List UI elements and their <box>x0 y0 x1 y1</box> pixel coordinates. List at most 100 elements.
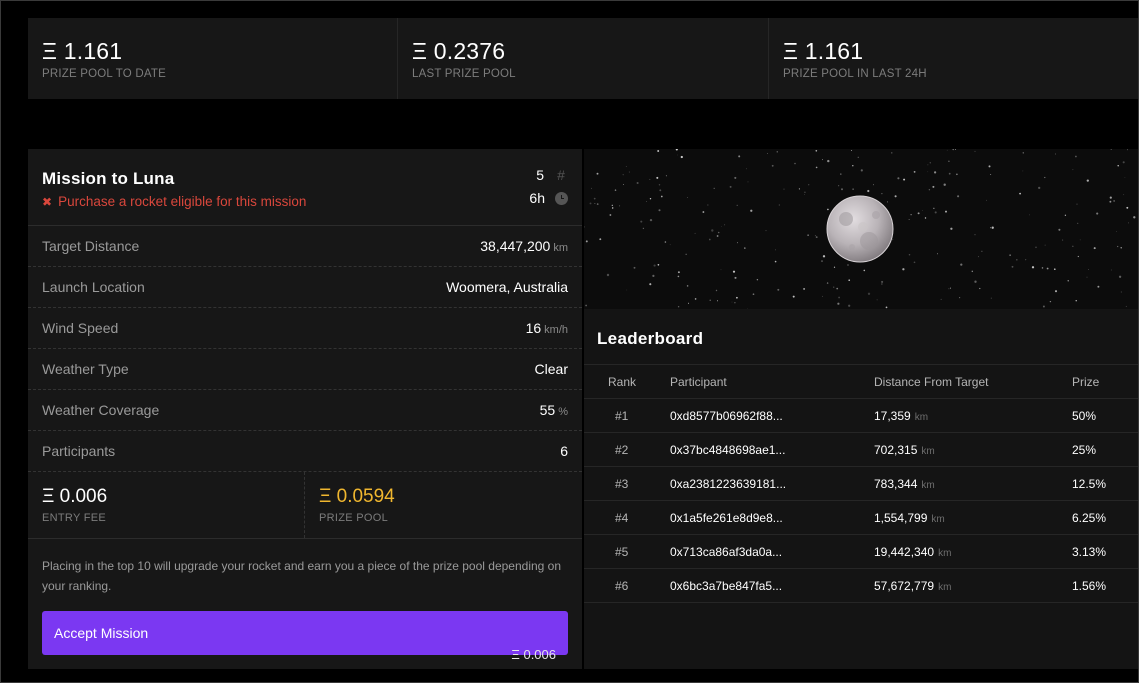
distance-unit: km <box>938 581 952 593</box>
star <box>675 149 678 151</box>
star <box>1072 245 1074 247</box>
star <box>957 195 960 198</box>
star <box>908 253 911 256</box>
detail-value-text: 38,447,200 <box>480 238 551 254</box>
star <box>913 170 916 173</box>
star <box>1079 239 1081 241</box>
stat-prize-pool-to-date: Ξ 1.161 PRIZE POOL TO DATE <box>28 18 398 99</box>
leaderboard-title: Leaderboard <box>597 329 704 348</box>
prize-pool: Ξ 0.0594 PRIZE POOL <box>305 472 409 538</box>
detail-value: 55% <box>540 402 568 418</box>
star <box>734 276 737 279</box>
star <box>720 269 722 271</box>
accept-mission-button[interactable]: Accept Mission Ξ 0.006 <box>42 611 568 662</box>
prize-cell: 50% <box>1072 408 1097 423</box>
prize-cell: 12.5% <box>1072 476 1107 491</box>
stat-label: PRIZE POOL TO DATE <box>42 68 166 80</box>
star <box>1049 300 1052 303</box>
prize-cell: 3.13% <box>1072 544 1107 559</box>
accept-mission-price: Ξ 0.006 <box>511 647 556 662</box>
star <box>981 250 983 252</box>
star <box>804 194 805 195</box>
star <box>659 189 662 192</box>
star <box>937 253 938 255</box>
star <box>736 296 738 299</box>
participant-cell: 0xd8577b06962f88... <box>670 408 783 423</box>
star <box>1022 170 1024 172</box>
distance-cell: 57,672,779 km <box>874 579 1072 593</box>
star <box>1093 247 1096 250</box>
star <box>827 208 829 211</box>
star <box>887 201 889 203</box>
prize-cell: 1.56% <box>1072 578 1107 593</box>
star <box>940 298 942 300</box>
star <box>841 188 843 191</box>
star <box>897 177 900 180</box>
star <box>656 176 659 179</box>
star <box>623 184 624 185</box>
star <box>933 171 937 174</box>
star <box>677 271 680 274</box>
star <box>948 160 950 163</box>
star <box>1097 285 1100 288</box>
detail-value: 16 km/h <box>526 320 568 336</box>
star <box>1110 269 1112 271</box>
star <box>948 172 951 175</box>
leaderboard-header-row: Rank Participant Distance From Target Pr… <box>584 364 1139 399</box>
star <box>927 171 929 173</box>
star <box>954 149 956 150</box>
detail-row-participants: Participants 6 <box>28 431 582 472</box>
detail-value-text: 16 <box>525 320 542 336</box>
star <box>767 153 768 154</box>
detail-value: Clear <box>535 361 568 377</box>
star <box>956 173 958 176</box>
star <box>1128 222 1129 224</box>
mission-title: Mission to Luna <box>42 169 175 188</box>
distance-unit: km <box>921 479 935 491</box>
star <box>734 176 737 179</box>
star <box>815 149 818 152</box>
star <box>658 184 661 186</box>
star <box>724 224 726 226</box>
star <box>1075 155 1077 158</box>
star <box>1086 276 1088 278</box>
detail-value: 6 <box>560 443 568 459</box>
star <box>848 279 851 282</box>
star <box>649 178 651 180</box>
leaderboard-panel: Leaderboard Rank Participant Distance Fr… <box>584 309 1139 669</box>
mission-warning: ✖ Purchase a rocket eligible for this mi… <box>42 194 568 209</box>
star <box>1055 153 1056 155</box>
stat-last-prize-pool: Ξ 0.2376 LAST PRIZE POOL <box>398 18 769 99</box>
participant-cell: 0x6bc3a7be847fa5... <box>670 578 783 593</box>
star <box>852 188 854 190</box>
star <box>1120 291 1122 293</box>
star <box>1042 305 1045 308</box>
hash-icon: # <box>557 167 565 183</box>
mission-count: 5 # <box>536 167 568 183</box>
star <box>677 275 680 278</box>
star <box>1077 222 1079 225</box>
star <box>694 298 697 300</box>
star <box>922 210 923 211</box>
star <box>657 150 660 152</box>
star <box>902 268 905 271</box>
star <box>881 192 883 195</box>
star <box>584 226 585 228</box>
star <box>867 292 871 295</box>
distance-value: 1,554,799 <box>874 510 928 525</box>
star <box>1120 247 1122 249</box>
star <box>928 189 931 191</box>
star <box>1133 216 1136 219</box>
star <box>933 207 935 209</box>
star <box>847 264 849 266</box>
distance-cell: 702,315 km <box>874 443 1072 457</box>
star <box>860 169 863 172</box>
distance-value: 17,359 <box>874 408 911 423</box>
star <box>596 172 599 175</box>
column-header-prize: Prize <box>1072 374 1100 389</box>
star <box>752 293 755 296</box>
star <box>1011 265 1014 268</box>
star <box>910 214 912 216</box>
stat-label: PRIZE POOL IN LAST 24H <box>783 68 927 80</box>
detail-value-text: Clear <box>534 361 568 377</box>
